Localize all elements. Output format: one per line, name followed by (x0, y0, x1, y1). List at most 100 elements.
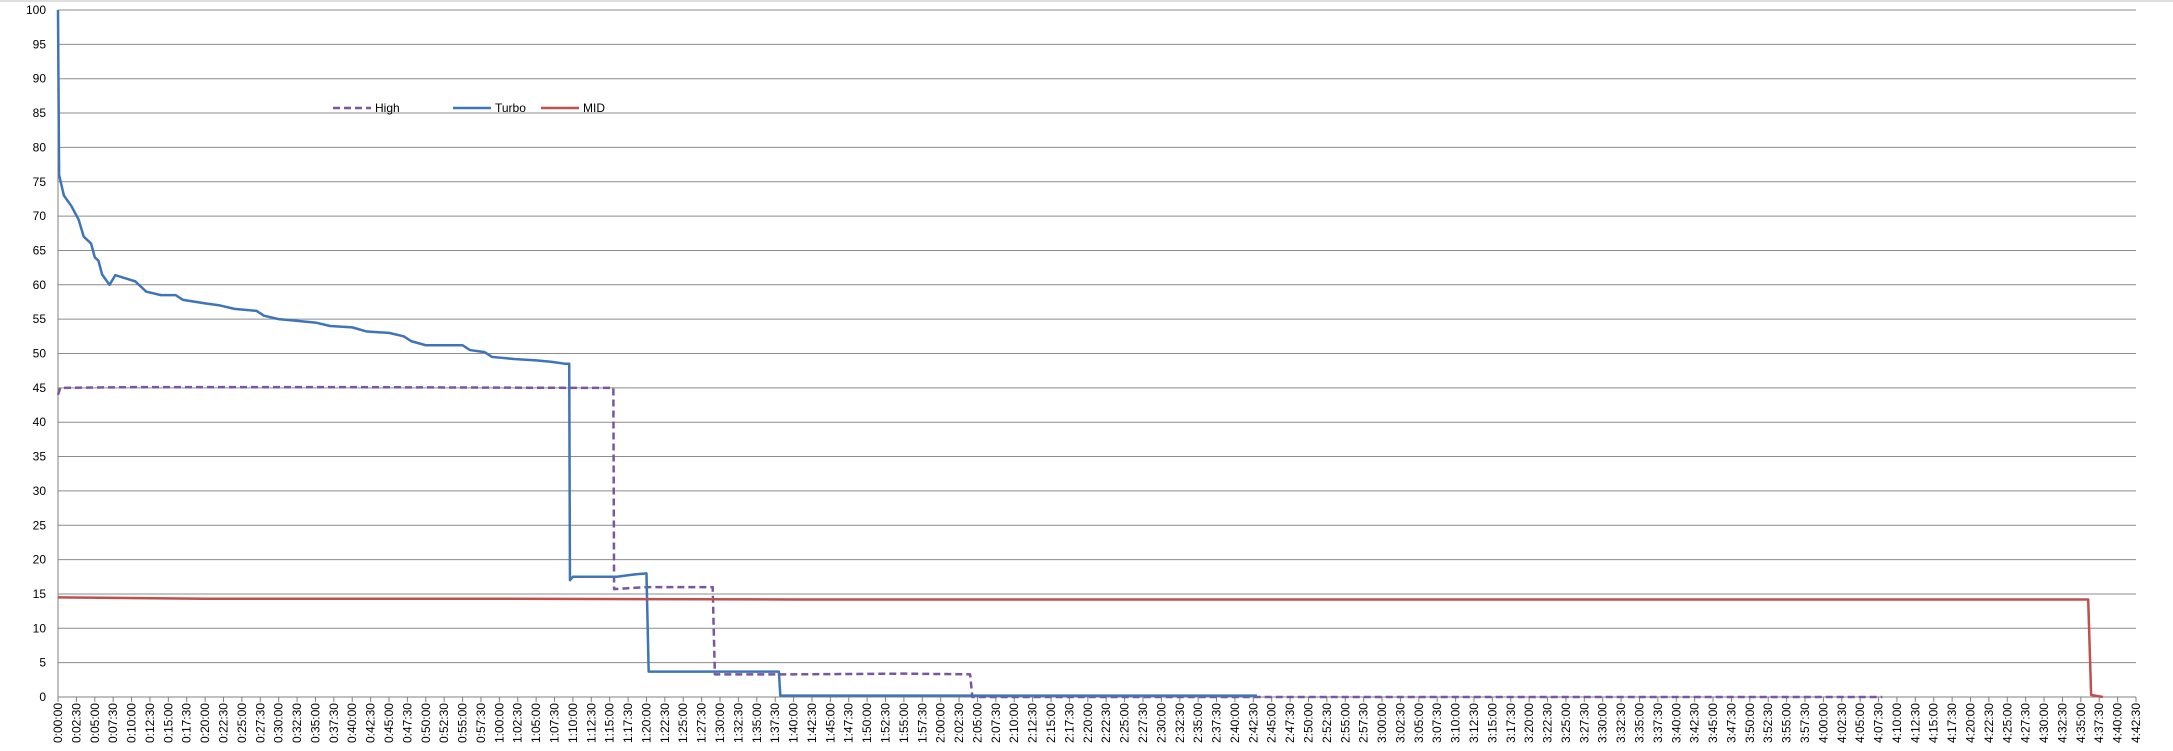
x-tick-label: 3:05:00 (1412, 703, 1426, 743)
y-tick-label: 70 (33, 209, 47, 223)
x-tick-label: 1:40:00 (787, 703, 801, 743)
x-tick-label: 3:47:30 (1724, 703, 1738, 743)
x-tick-label: 2:05:00 (970, 703, 984, 743)
series-line-high (56, 385, 1883, 699)
x-tick-label: 1:55:00 (897, 703, 911, 743)
x-tick-label: 0:37:30 (327, 703, 341, 743)
x-tick-label: 2:42:30 (1246, 703, 1260, 743)
x-tick-label: 2:15:00 (1044, 703, 1058, 743)
y-tick-label: 90 (33, 72, 47, 86)
x-tick-label: 3:00:00 (1375, 703, 1389, 743)
x-tick-label: 1:30:00 (713, 703, 727, 743)
x-tick-label: 1:50:00 (860, 703, 874, 743)
legend-label-high: High (375, 101, 400, 115)
y-tick-label: 100 (26, 3, 46, 17)
x-tick-label: 4:10:00 (1890, 703, 1904, 743)
y-tick-label: 50 (33, 347, 47, 361)
y-tick-label: 5 (39, 656, 46, 670)
x-tick-label: 1:45:00 (823, 703, 837, 743)
x-tick-label: 0:10:00 (125, 703, 139, 743)
x-tick-label: 3:32:30 (1614, 703, 1628, 743)
x-tick-label: 2:12:30 (1026, 703, 1040, 743)
x-tick-label: 1:27:30 (695, 703, 709, 743)
x-tick-label: 0:22:30 (217, 703, 231, 743)
x-tick-label: 4:12:30 (1908, 703, 1922, 743)
x-tick-label: 0:02:30 (69, 703, 83, 743)
x-tick-label: 1:05:00 (529, 703, 543, 743)
y-tick-label: 95 (33, 37, 47, 51)
y-tick-label: 55 (33, 312, 47, 326)
x-tick-label: 2:27:30 (1136, 703, 1150, 743)
x-tick-label: 3:42:30 (1688, 703, 1702, 743)
x-tick-label: 0:55:00 (456, 703, 470, 743)
x-tick-label: 2:50:00 (1301, 703, 1315, 743)
x-tick-label: 0:40:00 (345, 703, 359, 743)
x-tick-label: 1:57:30 (915, 703, 929, 743)
x-tick-label: 2:02:30 (952, 703, 966, 743)
x-tick-label: 2:17:30 (1062, 703, 1076, 743)
x-tick-label: 3:07:30 (1430, 703, 1444, 743)
x-tick-label: 3:25:00 (1559, 703, 1573, 743)
x-tick-label: 2:57:30 (1357, 703, 1371, 743)
x-tick-label: 2:10:00 (1007, 703, 1021, 743)
x-tick-label: 3:57:30 (1798, 703, 1812, 743)
x-tick-label: 1:25:00 (676, 703, 690, 743)
x-tick-label: 2:00:00 (934, 703, 948, 743)
x-tick-label: 0:27:30 (253, 703, 267, 743)
x-tick-label: 0:25:00 (235, 703, 249, 743)
x-tick-label: 0:30:00 (272, 703, 286, 743)
x-tick-label: 0:42:30 (364, 703, 378, 743)
x-tick-label: 1:07:30 (548, 703, 562, 743)
x-tick-label: 4:32:30 (2055, 703, 2069, 743)
x-tick-label: 3:27:30 (1577, 703, 1591, 743)
y-tick-label: 25 (33, 518, 47, 532)
x-tick-label: 1:37:30 (768, 703, 782, 743)
y-tick-label: 10 (33, 621, 47, 635)
x-tick-label: 3:35:00 (1632, 703, 1646, 743)
x-tick-label: 1:32:30 (731, 703, 745, 743)
y-tick-label: 45 (33, 381, 47, 395)
x-tick-label: 2:32:30 (1173, 703, 1187, 743)
x-tick-label: 0:20:00 (198, 703, 212, 743)
y-tick-label: 75 (33, 175, 47, 189)
x-tick-label: 3:15:00 (1485, 703, 1499, 743)
legend-label-turbo: Turbo (495, 101, 526, 115)
axis-layer: 0 5 10 15 20 25 30 35 40 45 50 55 60 65 70 75 80 85 90 95 10… (26, 3, 2143, 743)
x-tick-label: 0:05:00 (88, 703, 102, 743)
x-tick-label: 0:17:30 (180, 703, 194, 743)
y-tick-label: 80 (33, 140, 47, 154)
legend-label-mid: MID (583, 101, 605, 115)
x-tick-label: 4:20:00 (1963, 703, 1977, 743)
x-tick-label: 3:45:00 (1706, 703, 1720, 743)
y-tick-label: 35 (33, 450, 47, 464)
x-tick-label: 2:52:30 (1320, 703, 1334, 743)
x-tick-label: 2:25:00 (1118, 703, 1132, 743)
x-tick-label: 4:37:30 (2092, 703, 2106, 743)
y-tick-label: 15 (33, 587, 47, 601)
x-tick-label: 0:50:00 (419, 703, 433, 743)
x-tick-label: 4:07:30 (1872, 703, 1886, 743)
x-tick-label: 1:52:30 (879, 703, 893, 743)
x-tick-label: 0:52:30 (437, 703, 451, 743)
x-tick-label: 3:10:00 (1449, 703, 1463, 743)
x-tick-label: 4:25:00 (2000, 703, 2014, 743)
chart: 0 5 10 15 20 25 30 35 40 45 50 55 60 65 70 75 80 85 90 95 10… (0, 0, 2173, 751)
x-tick-label: 0:15:00 (161, 703, 175, 743)
series-line-mid (57, 596, 2104, 699)
x-tick-label: 1:42:30 (805, 703, 819, 743)
y-tick-label: 65 (33, 243, 47, 257)
x-tick-label: 0:57:30 (474, 703, 488, 743)
y-tick-label: 0 (39, 690, 46, 704)
x-tick-label: 2:55:00 (1338, 703, 1352, 743)
x-tick-label: 0:00:00 (51, 703, 65, 743)
x-tick-label: 0:07:30 (106, 703, 120, 743)
x-tick-label: 4:42:30 (2129, 703, 2143, 743)
x-tick-label: 1:20:00 (639, 703, 653, 743)
x-tick-label: 1:17:30 (621, 703, 635, 743)
x-tick-label: 1:22:30 (658, 703, 672, 743)
y-tick-label: 85 (33, 106, 47, 120)
x-tick-label: 4:27:30 (2019, 703, 2033, 743)
y-tick-label: 30 (33, 484, 47, 498)
x-tick-label: 4:05:00 (1853, 703, 1867, 743)
x-tick-label: 0:32:30 (290, 703, 304, 743)
